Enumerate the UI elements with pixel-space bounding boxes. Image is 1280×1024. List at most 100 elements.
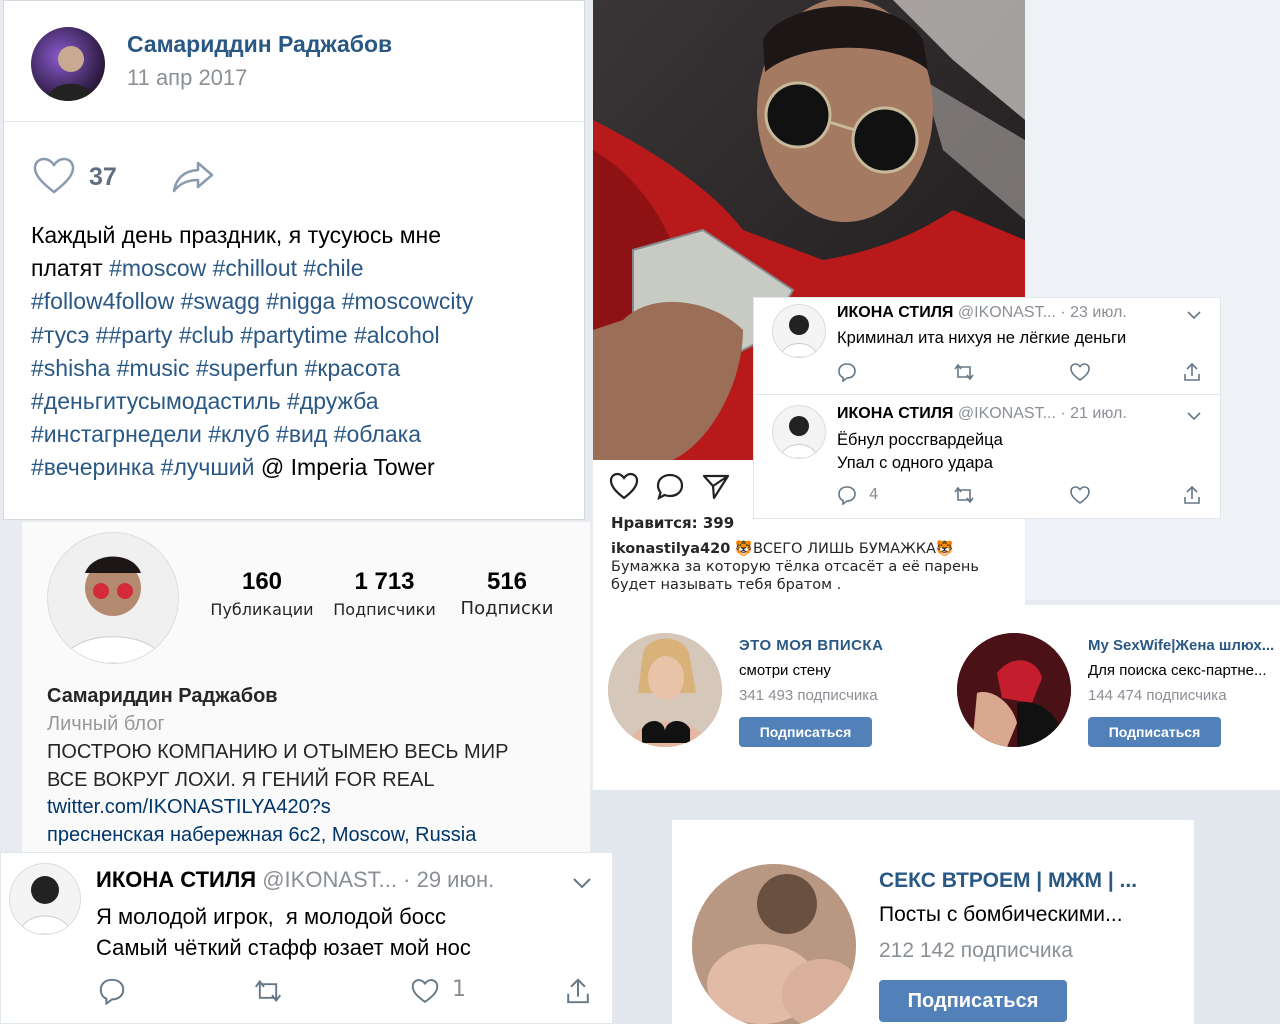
following-label: Подписки	[460, 598, 554, 619]
caption: ikonastilya420 🐯ВСЕГО ЛИШЬ БУМАЖКА🐯 Бума…	[611, 540, 1021, 594]
group-avatar[interactable]	[692, 864, 856, 1024]
caption-username[interactable]: ikonastilya420	[611, 541, 730, 557]
stat-followers[interactable]: 1 713 Подписчики	[327, 568, 442, 619]
tweet-date[interactable]: · 23 июл.	[1060, 304, 1126, 321]
post-text: Каждый день праздник, я тусуюсь мне плат…	[31, 219, 473, 485]
divider	[4, 121, 584, 122]
tweet[interactable]: ИКОНА СТИЛЯ @IKONAST... · 21 июл. Ёбнул …	[754, 395, 1220, 518]
tweet-text: Я молодой игрок, я молодой босс Самый чё…	[96, 901, 471, 963]
share-icon[interactable]	[1182, 485, 1202, 505]
profile-category: Личный блог	[47, 713, 165, 735]
subscribe-button[interactable]: Подписаться	[739, 717, 872, 747]
heart-icon[interactable]	[32, 157, 76, 195]
post-date[interactable]: 11 апр 2017	[127, 65, 247, 91]
subscribe-button[interactable]: Подписаться	[879, 980, 1067, 1022]
caption-line-1: Бумажка за которую тёлка отсасёт а её па…	[611, 559, 979, 575]
group-subscribers: 144 474 подписчика	[1088, 687, 1227, 704]
instagram-profile: 160 Публикации 1 713 Подписчики 516 Подп…	[22, 522, 590, 852]
bio-line: ПОСТРОЮ КОМПАНИЮ И ОТЫМЕЮ ВЕСЬ МИР	[47, 741, 509, 763]
group-desc: смотри стену	[739, 662, 831, 679]
profile-location[interactable]: пресненская набережная 6с2, Moscow, Russ…	[47, 822, 508, 850]
group-card[interactable]: My SexWife|Жена шлюх... Для поиска секс-…	[957, 633, 1280, 753]
avatar[interactable]	[9, 863, 81, 935]
share-icon[interactable]	[170, 159, 216, 195]
group-card[interactable]: ЭТО МОЯ ВПИСКА смотри стену 341 493 подп…	[608, 633, 938, 753]
stat-posts[interactable]: 160 Публикации	[207, 568, 317, 619]
reply-icon[interactable]	[98, 977, 126, 1005]
avatar[interactable]	[772, 304, 826, 358]
bio-line: ВСЕ ВОКРУГ ЛОХИ. Я ГЕНИЙ FOR REAL	[47, 768, 435, 791]
tweet-line: Упал с одного удара	[837, 454, 993, 472]
post-line: #тусэ ##party #club #partytime #alcohol	[31, 321, 440, 348]
comment-icon[interactable]	[655, 472, 685, 500]
followers-label: Подписчики	[333, 600, 436, 619]
like-count: 37	[89, 163, 117, 191]
tweet[interactable]: ИКОНА СТИЛЯ @IKONAST... · 23 июл. Кримин…	[754, 298, 1220, 395]
like-icon[interactable]	[1069, 362, 1091, 382]
group-desc: Посты с бомбическими...	[879, 903, 1123, 926]
reply-icon[interactable]	[837, 362, 857, 382]
vk-group-big[interactable]: СЕКС ВТРОЕМ | МЖМ | ... Посты с бомбичес…	[672, 820, 1194, 1024]
group-title[interactable]: СЕКС ВТРОЕМ | МЖМ | ...	[879, 869, 1137, 893]
retweet-icon[interactable]	[953, 485, 975, 505]
chevron-down-icon[interactable]	[1187, 411, 1201, 421]
tweet-text: Ёбнул россгвардейца Упал с одного удара	[837, 429, 1003, 475]
profile-avatar[interactable]	[47, 532, 179, 664]
send-icon[interactable]	[701, 472, 731, 500]
tweet-author[interactable]: ИКОНА СТИЛЯ	[837, 304, 953, 321]
vk-post: Самариддин Раджабов 11 апр 2017 37 Кажды…	[3, 0, 585, 520]
like-icon[interactable]	[410, 977, 440, 1005]
group-avatar[interactable]	[957, 633, 1071, 747]
post-line: #деньгитусымодастиль #дружба	[31, 388, 379, 415]
following-count: 516	[486, 568, 528, 595]
tweet-bottom[interactable]: ИКОНА СТИЛЯ @IKONAST... · 29 июн. Я моло…	[0, 852, 613, 1024]
post-line: Каждый день праздник, я тусуюсь мне	[31, 222, 442, 248]
tweet-line: Я молодой игрок, я молодой босс	[96, 904, 446, 929]
post-author[interactable]: Самариддин Раджабов	[127, 31, 392, 58]
like-count: 1	[452, 977, 466, 1002]
post-line: #shisha #music #superfun #красота	[31, 354, 401, 381]
group-title[interactable]: My SexWife|Жена шлюх...	[1088, 637, 1274, 654]
likes-count: Нравится: 399	[611, 514, 735, 532]
group-desc: Для поиска секс-партне...	[1088, 662, 1267, 679]
avatar[interactable]	[772, 405, 826, 459]
group-avatar[interactable]	[608, 633, 722, 747]
group-subscribers: 341 493 подписчика	[739, 687, 878, 704]
followers-count: 1 713	[354, 568, 415, 595]
tweet-author[interactable]: ИКОНА СТИЛЯ	[96, 867, 256, 892]
tweet-line: Самый чёткий стафф юзает мой нос	[96, 935, 471, 960]
retweet-icon[interactable]	[953, 362, 975, 382]
post-line: #инстагрнедели #клуб #вид #облака	[31, 421, 422, 448]
reply-icon[interactable]	[837, 485, 857, 505]
tweet-date[interactable]: · 21 июл.	[1060, 405, 1126, 422]
profile-link[interactable]: twitter.com/IKONASTILYA420?s	[47, 794, 508, 822]
post-line: платят #moscow #chillout #chile	[31, 255, 364, 282]
stat-following[interactable]: 516 Подписки	[452, 568, 562, 619]
tweet-author[interactable]: ИКОНА СТИЛЯ	[837, 405, 953, 422]
caption-title: 🐯ВСЕГО ЛИШЬ БУМАЖКА🐯	[734, 541, 954, 557]
vk-groups-row: ЭТО МОЯ ВПИСКА смотри стену 341 493 подп…	[593, 605, 1280, 790]
tweet-text: Криминал ита нихуя не лёгкие деньги	[837, 329, 1127, 347]
tweet-handle[interactable]: @IKONAST...	[958, 304, 1056, 321]
group-title[interactable]: ЭТО МОЯ ВПИСКА	[739, 637, 883, 654]
subscribe-button[interactable]: Подписаться	[1088, 717, 1221, 747]
profile-bio: ПОСТРОЮ КОМПАНИЮ И ОТЫМЕЮ ВЕСЬ МИР ВСЕ В…	[47, 739, 508, 849]
like-icon[interactable]	[1069, 485, 1091, 505]
avatar[interactable]	[31, 27, 105, 101]
tweets-panel: ИКОНА СТИЛЯ @IKONAST... · 23 июл. Кримин…	[753, 297, 1221, 519]
tweet-date[interactable]: · 29 июн.	[403, 867, 494, 892]
chevron-down-icon[interactable]	[572, 877, 592, 890]
heart-icon[interactable]	[609, 472, 639, 500]
group-subscribers: 212 142 подписчика	[879, 939, 1073, 962]
reply-count: 4	[869, 485, 879, 503]
retweet-icon[interactable]	[253, 977, 283, 1005]
share-icon[interactable]	[564, 977, 592, 1005]
share-icon[interactable]	[1182, 362, 1202, 382]
tweet-handle[interactable]: @IKONAST...	[262, 867, 397, 892]
posts-label: Публикации	[210, 600, 314, 619]
tweet-handle[interactable]: @IKONAST...	[958, 405, 1056, 422]
tweet-actions: 1	[98, 977, 598, 1007]
chevron-down-icon[interactable]	[1187, 310, 1201, 320]
post-line: #follow4follow #swagg #nigga #moscowcity	[31, 288, 474, 315]
post-line: #вечеринка #лучший @ Imperia Tower	[31, 454, 435, 481]
